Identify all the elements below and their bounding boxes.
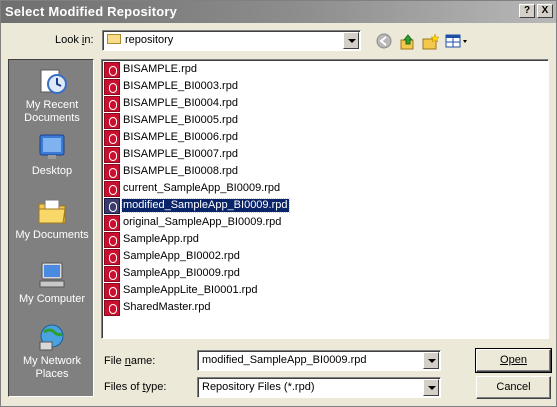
files-of-type-select[interactable]: Repository Files (*.rpd)	[197, 377, 441, 398]
chevron-down-icon[interactable]	[423, 352, 439, 369]
network-places-icon	[36, 322, 68, 352]
close-button[interactable]: X	[537, 4, 553, 18]
files-of-type-value: Repository Files (*.rpd)	[202, 381, 315, 393]
back-icon[interactable]	[375, 33, 393, 51]
place-desktop[interactable]: Desktop	[9, 132, 95, 178]
look-in-label: Look in:	[55, 34, 94, 46]
rpd-file-icon	[104, 249, 120, 265]
file-name-label: File name:	[104, 355, 156, 367]
chevron-down-icon[interactable]	[423, 379, 439, 396]
rpd-file-icon	[104, 62, 120, 78]
views-menu-icon[interactable]	[445, 33, 469, 51]
places-bar: My Recent Documents Desktop My Documents…	[8, 59, 94, 397]
rpd-file-icon	[104, 113, 120, 129]
rpd-file-icon	[104, 266, 120, 282]
file-list[interactable]: BISAMPLE.rpd BISAMPLE_BI0003.rpd BISAMPL…	[101, 59, 549, 339]
place-my-network-places[interactable]: My Network Places	[9, 322, 95, 381]
new-folder-icon[interactable]	[422, 33, 440, 51]
folder-icon	[107, 34, 121, 44]
place-my-recent-documents[interactable]: My Recent Documents	[9, 66, 95, 125]
desktop-icon	[36, 132, 68, 162]
up-one-level-icon[interactable]	[399, 33, 417, 51]
rpd-file-icon	[104, 147, 120, 163]
rpd-file-icon	[104, 181, 120, 197]
place-label: My Computer	[18, 293, 86, 305]
my-computer-icon	[36, 260, 68, 290]
place-my-documents[interactable]: My Documents	[9, 196, 95, 242]
select-modified-repository-dialog: Select Modified Repository ? X Look in: …	[0, 0, 557, 407]
place-label: My Recent Documents	[24, 99, 80, 124]
place-label: My Network Places	[22, 355, 82, 380]
file-name-value: modified_SampleApp_BI0009.rpd	[202, 354, 367, 366]
rpd-file-icon	[104, 232, 120, 248]
chevron-down-icon[interactable]	[343, 32, 359, 49]
cancel-button[interactable]: Cancel	[476, 376, 551, 399]
place-label: Desktop	[31, 165, 73, 177]
rpd-file-icon	[104, 130, 120, 146]
rpd-file-icon	[104, 79, 120, 95]
rpd-file-icon	[104, 215, 120, 231]
recent-documents-icon	[36, 66, 68, 96]
files-of-type-label: Files of type:	[104, 381, 167, 393]
place-my-computer[interactable]: My Computer	[9, 260, 95, 306]
window-title: Select Modified Repository	[5, 4, 178, 19]
rpd-file-icon	[104, 300, 120, 316]
open-button[interactable]: Open	[475, 348, 552, 373]
rpd-file-icon	[104, 164, 120, 180]
rpd-file-icon	[104, 198, 120, 214]
look-in-combo[interactable]: repository	[102, 30, 361, 51]
look-in-value: repository	[125, 34, 174, 46]
rpd-file-icon	[104, 283, 120, 299]
title-bar: Select Modified Repository ? X	[1, 1, 556, 23]
place-label: My Documents	[15, 229, 89, 241]
rpd-file-icon	[104, 96, 120, 112]
my-documents-icon	[36, 196, 68, 226]
help-button[interactable]: ?	[519, 4, 535, 18]
file-name-field[interactable]: modified_SampleApp_BI0009.rpd	[197, 350, 441, 371]
